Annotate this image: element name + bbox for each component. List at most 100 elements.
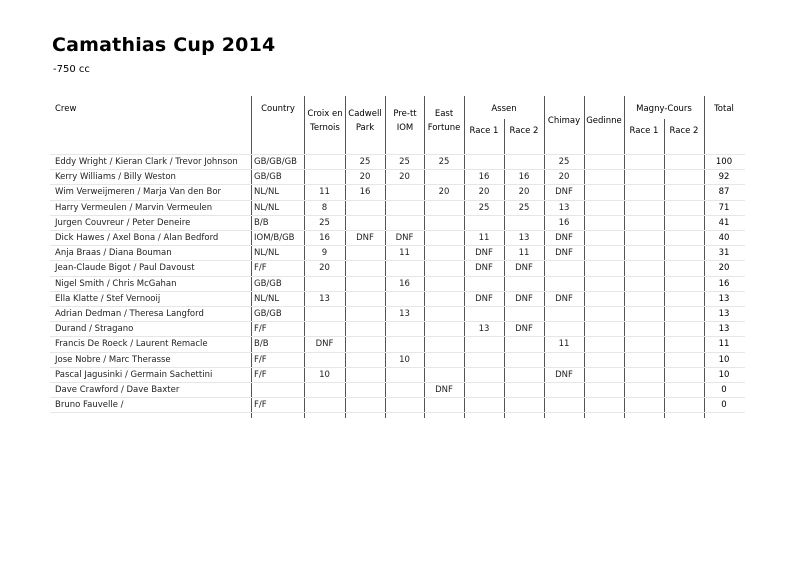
crew-name: Dave Crawford / Dave Baxter [55,385,180,395]
column-divider [504,119,505,419]
header-croix-line1: Croix en [307,109,343,119]
points-magny1 [624,399,664,411]
row-divider [50,260,745,262]
points-east [424,308,464,320]
points-gedinne [584,308,624,320]
points-assen2: 20 [518,187,530,198]
header-prett-line2: IOM [396,123,414,133]
points-magny1 [624,369,664,381]
points-chimay: DNF [555,248,573,259]
column-divider [544,96,545,419]
points-magny2 [664,262,704,274]
points-gedinne [584,156,624,168]
points-chimay [544,278,584,290]
points-croix [304,384,345,396]
points-magny2 [664,202,704,214]
country-code: IOM/B/GB [254,233,295,243]
points-prett [385,262,424,274]
points-gedinne [584,323,624,335]
points-east: 25 [438,157,450,167]
row-divider [50,245,745,247]
header-country: Country [261,104,295,114]
country-code: NL/NL [254,202,280,213]
points-cadwell [345,202,385,214]
crew-name: Dick Hawes / Axel Bona / Alan Bedford [55,233,219,243]
points-east: DNF [435,385,453,395]
points-cadwell [345,354,385,366]
points-magny2 [664,323,704,335]
points-prett [385,399,424,411]
header-crew: Crew [55,104,77,114]
points-prett: 10 [399,354,410,365]
row-divider [50,230,745,231]
points-chimay: DNF [555,233,573,243]
points-prett [385,293,424,305]
points-east [424,202,464,214]
row-divider [50,366,745,368]
points-chimay [544,354,584,366]
points-cadwell [345,247,385,259]
points-magny1 [624,247,664,259]
points-magny2 [664,232,704,244]
points-croix [304,323,345,335]
country-code: NL/NL [254,293,280,304]
points-croix: 11 [319,187,330,198]
points-chimay: 25 [558,157,570,167]
crew-name: Ella Klatte / Stef Vernooij [55,293,161,304]
header-prett-line1: Pre-tt [393,109,417,119]
points-assen2 [504,369,544,381]
points-magny2 [664,308,704,320]
points-chimay [544,384,584,396]
points-magny1 [624,278,664,290]
points-prett [385,369,424,381]
points-assen2 [504,217,544,229]
points-assen1: 20 [478,187,490,198]
column-divider [345,96,346,419]
crew-name: Harry Vermeulen / Marvin Vermeulen [55,202,213,213]
points-magny2 [664,278,704,290]
points-assen2: 25 [518,202,530,213]
points-assen1: DNF [475,248,493,259]
total-points: 71 [718,202,730,213]
points-chimay: 16 [558,217,570,228]
header-assen-race1: Race 1 [469,126,499,136]
crew-name: Adrian Dedman / Theresa Langford [55,309,204,319]
points-assen1 [464,384,504,396]
points-croix [304,278,345,290]
points-croix: 25 [319,217,330,228]
points-magny1 [624,156,664,168]
points-magny2 [664,186,704,198]
total-points: 13 [718,309,730,319]
points-prett: 13 [399,309,410,319]
row-divider [50,214,745,216]
document-title: Camathias Cup 2014 [52,34,276,56]
points-cadwell [345,338,385,350]
points-assen1 [464,278,504,290]
points-east [424,171,464,183]
points-magny1 [624,354,664,366]
points-east [424,232,464,244]
country-code: F/F [254,263,267,274]
points-cadwell [345,308,385,320]
row-divider [50,321,745,323]
points-assen2: 11 [518,248,530,259]
points-assen2 [504,399,544,411]
points-cadwell [345,399,385,411]
points-assen1 [464,354,504,366]
points-gedinne [584,247,624,259]
column-divider [704,96,705,419]
points-assen2 [504,338,544,350]
column-divider [624,96,625,419]
points-assen2 [504,384,544,396]
points-croix [304,156,345,168]
header-chimay: Chimay [547,116,581,126]
points-gedinne [584,202,624,214]
points-magny1 [624,232,664,244]
header-croix-line2: Ternois [310,123,340,133]
points-assen2 [504,156,544,168]
points-chimay: DNF [555,369,573,380]
points-prett [385,217,424,229]
header-cadwell-line2: Park [355,123,375,133]
points-cadwell: DNF [356,233,374,243]
points-croix: 13 [319,293,330,304]
